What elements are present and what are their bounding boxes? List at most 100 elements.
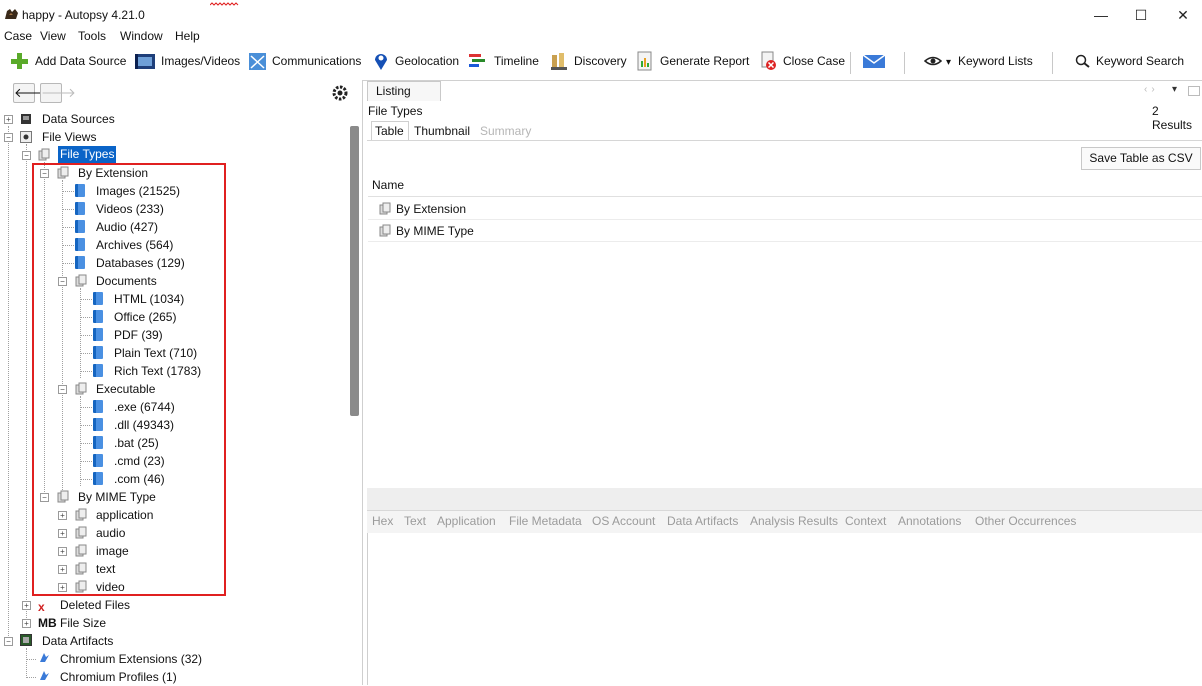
gear-icon[interactable] [331,84,349,102]
tree-item-plain-text[interactable]: Plain Text (710) [114,344,197,362]
tab-dropdown-icon[interactable]: ▾ [1172,84,1177,95]
tab-context[interactable]: Context [845,514,886,528]
spellcheck-squiggle [210,2,239,6]
expand-toggle[interactable]: + [58,511,67,520]
tab-os-account[interactable]: OS Account [592,514,655,528]
tree-item-file-size[interactable]: File Size [60,614,106,632]
maximize-pane-icon[interactable] [1188,86,1200,96]
divider [367,140,1202,141]
column-header-name[interactable]: Name [372,178,404,192]
tree-item-data-sources[interactable]: Data Sources [42,110,115,128]
tree-item-archives[interactable]: Archives (564) [96,236,173,254]
expand-toggle[interactable]: + [4,115,13,124]
keyword-lists-button[interactable]: Keyword Lists [958,54,1033,68]
tree-item-html[interactable]: HTML (1034) [114,290,184,308]
expand-toggle[interactable]: + [22,619,31,628]
toolbar-separator [1052,52,1053,74]
tree-guide [80,425,92,426]
mail-icon[interactable] [862,51,886,71]
menu-window[interactable]: Window [120,29,163,43]
expand-toggle[interactable]: + [58,529,67,538]
tab-nav-arrows[interactable]: ‹› [1144,84,1159,95]
tree-item-mime-image[interactable]: image [96,542,129,560]
results-header-title: File Types [368,104,423,118]
tab-data-artifacts[interactable]: Data Artifacts [667,514,738,528]
timeline-button[interactable]: Timeline [494,54,539,68]
tree-item-videos[interactable]: Videos (233) [96,200,164,218]
tree-item-audio[interactable]: Audio (427) [96,218,158,236]
tree-item-mime-application[interactable]: application [96,506,153,524]
tree-item-chromium-extensions[interactable]: Chromium Extensions (32) [60,650,202,668]
tree-item-pdf[interactable]: PDF (39) [114,326,163,344]
close-window-button[interactable]: ✕ [1160,4,1202,26]
tree-item-data-artifacts[interactable]: Data Artifacts [42,632,113,650]
tree-item-databases[interactable]: Databases (129) [96,254,185,272]
save-table-as-csv-button[interactable]: Save Table as CSV [1081,147,1201,170]
tree-guide [26,677,36,678]
tree-item-file-views[interactable]: File Views [42,128,96,146]
tree-item-documents[interactable]: Documents [96,272,157,290]
table-row[interactable] [368,198,1202,220]
generate-report-button[interactable]: Generate Report [660,54,749,68]
tree-item-office[interactable]: Office (265) [114,308,176,326]
geolocation-button[interactable]: Geolocation [395,54,459,68]
communications-button[interactable]: Communications [272,54,361,68]
tree-item-mime-video[interactable]: video [96,578,125,596]
file-group-icon [75,526,87,539]
tree-item-cmd[interactable]: .cmd (23) [114,452,165,470]
tree-scrollbar[interactable] [350,126,359,416]
maximize-button[interactable]: ☐ [1118,4,1164,26]
tree-item-deleted-files[interactable]: Deleted Files [60,596,130,614]
menu-view[interactable]: View [40,29,66,43]
tree-guide [80,353,92,354]
collapse-toggle[interactable]: − [4,637,13,646]
collapse-toggle[interactable]: − [4,133,13,142]
tree-item-executable[interactable]: Executable [96,380,155,398]
add-data-source-button[interactable]: Add Data Source [35,54,126,68]
tree-item-bat[interactable]: .bat (25) [114,434,159,452]
menu-help[interactable]: Help [175,29,200,43]
expand-toggle[interactable]: + [58,547,67,556]
collapse-toggle[interactable]: − [40,169,49,178]
file-type-icon [93,328,103,341]
tab-file-metadata[interactable]: File Metadata [509,514,582,528]
menu-tools[interactable]: Tools [78,29,106,43]
tab-annotations[interactable]: Annotations [898,514,961,528]
collapse-toggle[interactable]: − [40,493,49,502]
tree-item-chromium-profiles[interactable]: Chromium Profiles (1) [60,668,177,686]
tree-item-com[interactable]: .com (46) [114,470,165,488]
keyword-search-button[interactable]: Keyword Search [1096,54,1184,68]
tab-summary[interactable]: Summary [480,124,531,138]
tab-thumbnail[interactable]: Thumbnail [414,124,470,138]
tab-application[interactable]: Application [437,514,496,528]
expand-toggle[interactable]: + [58,583,67,592]
table-row[interactable] [368,220,1202,242]
tab-hex[interactable]: Hex [372,514,393,528]
tree-item-exe[interactable]: .exe (6744) [114,398,175,416]
tree-item-dll[interactable]: .dll (49343) [114,416,174,434]
data-artifacts-icon [20,634,32,646]
expand-toggle[interactable]: + [58,565,67,574]
images-videos-button[interactable]: Images/Videos [161,54,240,68]
tab-analysis-results[interactable]: Analysis Results [750,514,838,528]
tree-item-mime-text[interactable]: text [96,560,115,578]
tree-item-file-types[interactable]: File Types [58,146,117,163]
tree-item-by-extension[interactable]: By Extension [78,164,148,182]
back-arrow-icon[interactable]: 🡐 [13,83,49,103]
file-type-icon [75,238,85,251]
tree-item-images[interactable]: Images (21525) [96,182,180,200]
tree-item-by-mime-type[interactable]: By MIME Type [78,488,156,506]
forward-arrow-icon[interactable]: 🡒 [40,83,76,103]
tree-item-mime-audio[interactable]: audio [96,524,125,542]
collapse-toggle[interactable]: − [58,277,67,286]
expand-toggle[interactable]: + [22,601,31,610]
splitter-area[interactable] [367,488,1202,512]
tab-other-occurrences[interactable]: Other Occurrences [975,514,1076,528]
collapse-toggle[interactable]: − [22,151,31,160]
collapse-toggle[interactable]: − [58,385,67,394]
discovery-button[interactable]: Discovery [574,54,627,68]
tab-text[interactable]: Text [404,514,426,528]
tree-item-rich-text[interactable]: Rich Text (1783) [114,362,201,380]
close-case-button[interactable]: Close Case [783,54,845,68]
menu-case[interactable]: Case [4,29,32,43]
